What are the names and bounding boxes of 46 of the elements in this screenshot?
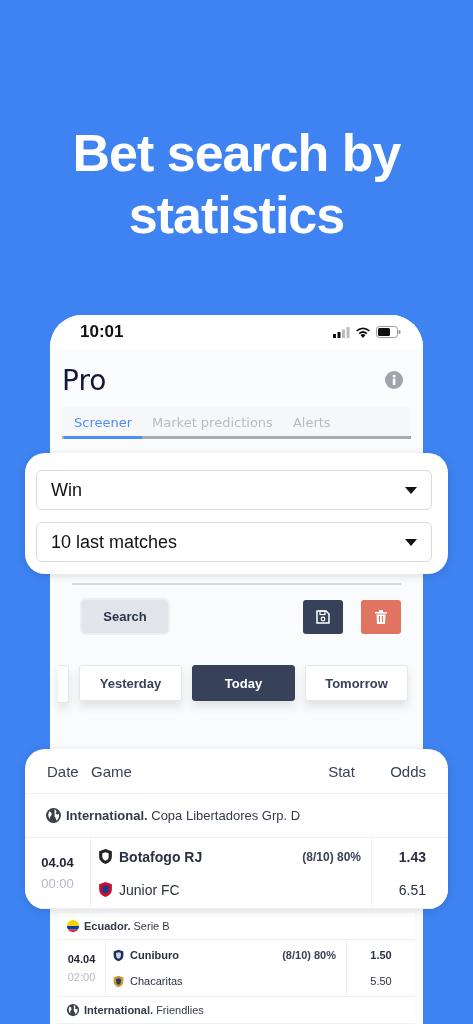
column-header: Stat xyxy=(328,762,356,780)
column-header: Game xyxy=(91,762,133,780)
info-icon[interactable] xyxy=(385,371,403,389)
crest-icon xyxy=(112,974,125,988)
odds-value: 6.51 xyxy=(398,881,426,898)
team-name: Chacaritas xyxy=(130,975,184,987)
save-button[interactable] xyxy=(303,599,343,634)
crest-icon xyxy=(112,948,125,962)
headline: Bet search by statistics xyxy=(71,123,402,246)
flag-icon xyxy=(66,919,80,933)
stat-value: (8/10) 80% xyxy=(282,949,336,961)
trash-icon xyxy=(375,609,387,624)
day-tab[interactable]: Today xyxy=(192,665,295,701)
league-name: Ecuador. Serie B xyxy=(84,920,170,932)
match-date: 04.04 xyxy=(67,953,96,965)
globe-icon xyxy=(66,1003,80,1017)
crest-icon xyxy=(97,848,114,865)
match-time: 02:00 xyxy=(67,971,96,983)
caret-icon xyxy=(405,486,417,494)
caret-icon xyxy=(405,538,417,546)
team-name: Botafogo RJ xyxy=(119,848,204,865)
stat-value: (8/10) 80% xyxy=(302,849,361,864)
column-header: Odds xyxy=(390,762,426,780)
odds-value: 1.43 xyxy=(398,848,426,865)
team-name: Junior FC xyxy=(119,881,181,898)
match-time: 00:00 xyxy=(41,876,74,891)
match-date: 04.04 xyxy=(41,855,74,870)
league-name: International. Copa Libertadores Grp. D xyxy=(66,808,301,823)
delete-button[interactable] xyxy=(361,599,401,634)
search-button[interactable]: Search xyxy=(80,598,170,635)
odds-value: 1.50 xyxy=(370,949,392,961)
day-tab[interactable]: Tomorrow xyxy=(305,665,408,701)
battery-icon xyxy=(376,326,401,338)
app-title: Pro xyxy=(62,363,107,397)
dropdown-field[interactable]: Win xyxy=(36,470,432,510)
odds-value: 5.50 xyxy=(370,975,392,987)
league-name: International. Friendlies xyxy=(84,1004,204,1016)
crest-icon xyxy=(97,881,114,898)
team-name: Cuniburo xyxy=(130,949,180,961)
dropdown-field[interactable]: 10 last matches xyxy=(36,522,432,562)
column-header: Date xyxy=(47,762,80,780)
signal-icon xyxy=(333,326,350,338)
day-tab[interactable]: Yesterday xyxy=(79,665,182,701)
status-time: 10:01 xyxy=(80,322,124,342)
globe-icon xyxy=(45,807,62,824)
wifi-icon xyxy=(355,326,371,338)
